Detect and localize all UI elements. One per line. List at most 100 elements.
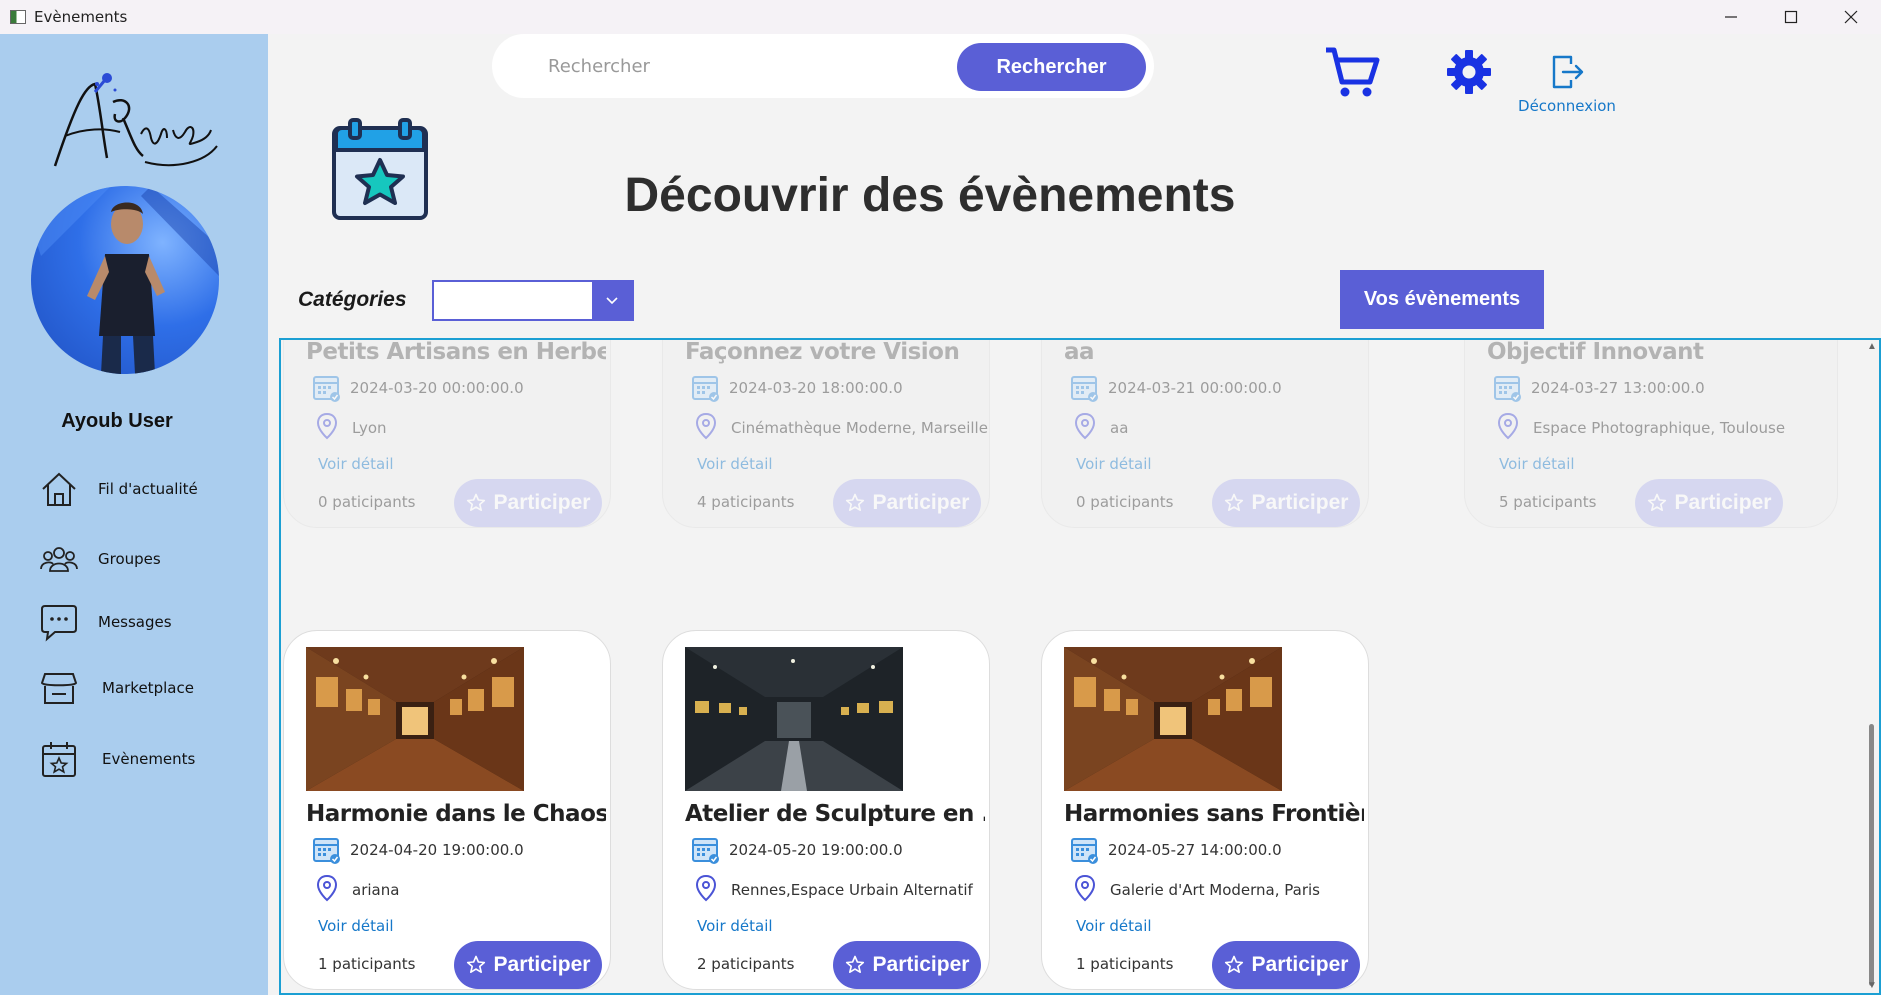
event-date: 2024-05-27 14:00:00.0 (1108, 841, 1282, 859)
sidebar-item-events[interactable]: Evènements (38, 736, 258, 782)
event-detail-link[interactable]: Voir détail (697, 917, 773, 935)
cart-icon[interactable] (1322, 42, 1382, 102)
sidebar-item-label: Messages (98, 613, 172, 631)
sidebar-item-marketplace[interactable]: Marketplace (38, 665, 258, 711)
sidebar-item-feed[interactable]: Fil d'actualité (38, 466, 258, 512)
close-button[interactable] (1821, 0, 1881, 34)
sidebar-item-label: Marketplace (102, 679, 194, 697)
event-date: 2024-05-20 19:00:00.0 (729, 841, 903, 859)
event-location: Espace Photographique, Toulouse (1533, 419, 1786, 437)
title-bar: Evènements (0, 0, 1881, 34)
event-title: Atelier de Sculpture en ... (685, 801, 985, 827)
window-controls (1701, 0, 1881, 34)
event-participants: 1 paticipants (1076, 955, 1174, 973)
event-date: 2024-03-20 00:00:00.0 (350, 379, 524, 397)
category-select[interactable] (432, 280, 634, 321)
scroll-thumb[interactable] (1869, 724, 1874, 986)
calendar-icon (692, 376, 719, 402)
sidebar: Ayoub User Fil d'actualité Groupes Messa… (0, 34, 268, 995)
scroll-up-icon[interactable]: ▲ (1867, 342, 1877, 352)
star-icon (466, 493, 485, 511)
event-card: Atelier de Sculpture en ... 2024-05-20 1… (662, 630, 990, 990)
event-title: Harmonie dans le Chaos (306, 801, 606, 827)
calendar-icon (692, 838, 719, 864)
star-icon (1647, 493, 1666, 511)
event-location: Rennes,Espace Urbain Alternatif (731, 881, 973, 899)
app-icon (10, 10, 26, 24)
search-input[interactable] (548, 48, 928, 84)
star-icon (1224, 955, 1243, 973)
event-card: aa 2024-03-21 00:00:00.0 aa Voir détail … (1041, 339, 1369, 528)
location-pin-icon (1497, 412, 1519, 440)
participate-label: Participer (1674, 491, 1772, 514)
scrollbar[interactable]: ▲ ▼ (1865, 340, 1879, 993)
sidebar-item-label: Fil d'actualité (98, 480, 198, 498)
sidebar-item-groups[interactable]: Groupes (38, 536, 258, 582)
scroll-down-icon[interactable]: ▼ (1867, 981, 1877, 991)
event-date: 2024-03-27 13:00:00.0 (1531, 379, 1705, 397)
logout-icon[interactable] (1551, 54, 1585, 90)
star-icon (466, 955, 485, 973)
participate-button[interactable]: Participer (1212, 941, 1360, 989)
home-icon (38, 468, 80, 510)
location-pin-icon (1074, 412, 1096, 440)
participate-button[interactable]: Participer (454, 941, 602, 989)
event-image (685, 647, 903, 791)
maximize-button[interactable] (1761, 0, 1821, 34)
event-title: Objectif Innovant (1487, 339, 1704, 365)
event-location: Cinémathèque Moderne, Marseille (731, 419, 988, 437)
chevron-down-icon[interactable] (592, 282, 632, 319)
participate-button[interactable]: Participer (1635, 479, 1783, 527)
event-participants: 4 paticipants (697, 493, 795, 511)
event-date: 2024-03-20 18:00:00.0 (729, 379, 903, 397)
calendar-icon (1071, 376, 1098, 402)
participate-label: Participer (493, 491, 591, 514)
event-title: Petits Artisans en Herbee (306, 339, 606, 365)
logout-link[interactable]: Déconnexion (1512, 97, 1622, 115)
event-participants: 0 paticipants (318, 493, 416, 511)
user-photo (31, 186, 219, 374)
event-detail-link[interactable]: Voir détail (318, 917, 394, 935)
event-detail-link[interactable]: Voir détail (697, 455, 773, 473)
star-icon (1224, 493, 1243, 511)
event-title: aa (1064, 339, 1095, 365)
events-list[interactable]: Petits Artisans en Herbee 2024-03-20 00:… (279, 338, 1881, 995)
participate-label: Participer (1251, 953, 1349, 976)
location-pin-icon (695, 412, 717, 440)
close-icon (1844, 10, 1858, 24)
gear-icon[interactable] (1447, 50, 1491, 94)
event-participants: 2 paticipants (697, 955, 795, 973)
chat-icon (38, 601, 80, 643)
location-pin-icon (316, 412, 338, 440)
event-location: ariana (352, 881, 400, 899)
categories-label: Catégories (298, 288, 407, 311)
location-pin-icon (1074, 874, 1096, 902)
event-detail-link[interactable]: Voir détail (1076, 917, 1152, 935)
event-participants: 1 paticipants (318, 955, 416, 973)
minimize-button[interactable] (1701, 0, 1761, 34)
event-location: aa (1110, 419, 1129, 437)
minimize-icon (1725, 16, 1737, 18)
window-title: Evènements (34, 8, 128, 26)
maximize-icon (1784, 10, 1798, 24)
sidebar-item-label: Evènements (102, 750, 196, 768)
event-card: Harmonie dans le Chaos 2024-04-20 19:00:… (283, 630, 611, 990)
event-participants: 5 paticipants (1499, 493, 1597, 511)
event-detail-link[interactable]: Voir détail (1499, 455, 1575, 473)
event-title: Façonnez votre Vision (685, 339, 960, 365)
participate-button[interactable]: Participer (833, 479, 981, 527)
event-detail-link[interactable]: Voir détail (1076, 455, 1152, 473)
participate-label: Participer (1251, 491, 1349, 514)
star-icon (845, 493, 864, 511)
page-title: Découvrir des évènements (624, 169, 1236, 222)
event-detail-link[interactable]: Voir détail (318, 455, 394, 473)
event-title: Harmonies sans Frontières (1064, 801, 1364, 827)
sidebar-item-messages[interactable]: Messages (38, 599, 258, 645)
search-button[interactable]: Rechercher (957, 43, 1146, 91)
participate-button[interactable]: Participer (454, 479, 602, 527)
event-date: 2024-03-21 00:00:00.0 (1108, 379, 1282, 397)
my-events-button[interactable]: Vos évènements (1340, 270, 1544, 329)
calendar-icon (313, 376, 340, 402)
participate-button[interactable]: Participer (1212, 479, 1360, 527)
participate-button[interactable]: Participer (833, 941, 981, 989)
